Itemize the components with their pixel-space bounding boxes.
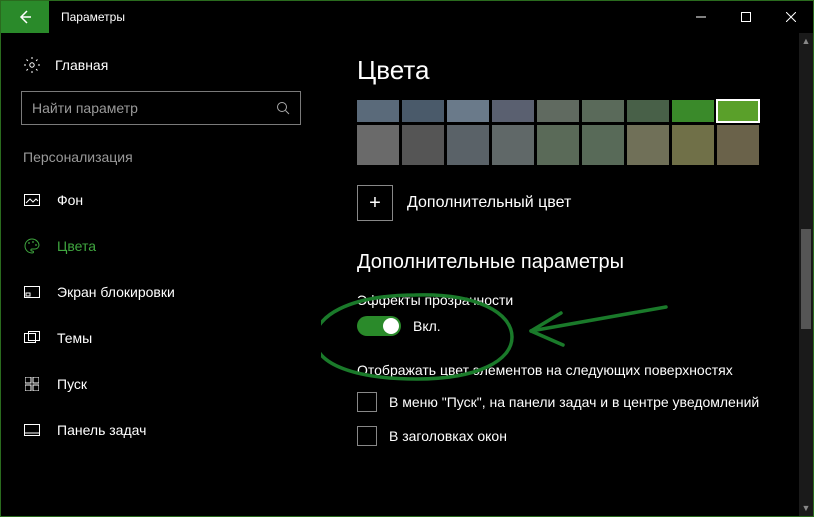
window-controls [678,1,813,33]
themes-icon [23,331,41,345]
search-input[interactable] [32,100,276,116]
sidebar-item-colors[interactable]: Цвета [1,223,321,269]
sidebar-item-themes[interactable]: Темы [1,315,321,361]
taskbar-icon [23,424,41,436]
color-swatch[interactable] [537,100,579,122]
swatch-row [357,100,775,122]
color-swatch[interactable] [672,125,714,165]
sidebar-item-start[interactable]: Пуск [1,361,321,407]
search-box[interactable] [21,91,301,125]
sidebar-item-label: Цвета [57,238,96,254]
lockscreen-icon [23,286,41,298]
palette-icon [23,238,41,254]
titlebar: Параметры [1,1,813,33]
custom-color-label: Дополнительный цвет [407,194,571,212]
group-label: Персонализация [1,143,321,177]
color-swatch[interactable] [402,100,444,122]
sidebar-item-background[interactable]: Фон [1,177,321,223]
custom-color-row[interactable]: + Дополнительный цвет [357,185,775,221]
checkbox-titlebars[interactable] [357,426,377,446]
check-label: В меню "Пуск", на панели задач и в центр… [389,394,759,410]
transparency-label: Эффекты прозрачности [357,292,775,308]
sidebar-item-label: Фон [57,192,83,208]
color-swatch[interactable] [717,100,759,122]
scroll-up-icon[interactable]: ▲ [799,33,813,49]
scroll-track[interactable] [799,49,813,500]
scrollbar[interactable]: ▲ ▼ [799,33,813,516]
color-swatch-grid [357,100,775,165]
checkbox-start[interactable] [357,392,377,412]
sidebar-item-label: Темы [57,330,92,346]
color-swatch[interactable] [582,100,624,122]
color-swatch[interactable] [492,125,534,165]
maximize-button[interactable] [723,1,768,33]
start-icon [23,377,41,391]
arrow-left-icon [17,9,33,25]
sidebar-item-label: Пуск [57,376,87,392]
color-swatch[interactable] [447,125,489,165]
color-swatch[interactable] [627,100,669,122]
sidebar-item-label: Панель задач [57,422,146,438]
sidebar-item-taskbar[interactable]: Панель задач [1,407,321,453]
search-icon [276,101,290,115]
sidebar-item-lockscreen[interactable]: Экран блокировки [1,269,321,315]
color-swatch[interactable] [447,100,489,122]
home-link[interactable]: Главная [1,51,321,87]
section-heading: Дополнительные параметры [357,251,775,274]
toggle-knob [383,318,399,334]
check-row-titlebars: В заголовках окон [357,426,775,446]
color-swatch[interactable] [357,100,399,122]
scroll-down-icon[interactable]: ▼ [799,500,813,516]
color-swatch[interactable] [672,100,714,122]
sidebar-item-label: Экран блокировки [57,284,175,300]
content: Цвета + Дополнительный цвет Дополнительн… [321,33,799,516]
content-wrap: Цвета + Дополнительный цвет Дополнительн… [321,33,813,516]
color-swatch[interactable] [537,125,579,165]
close-icon [786,12,796,22]
color-swatch[interactable] [717,125,759,165]
scroll-thumb[interactable] [801,229,811,329]
color-swatch[interactable] [582,125,624,165]
color-swatch[interactable] [492,100,534,122]
picture-icon [23,194,41,206]
surfaces-label: Отображать цвет элементов на следующих п… [357,362,775,378]
check-row-start: В меню "Пуск", на панели задач и в центр… [357,392,775,412]
sidebar: Главная Персонализация Фон Цвета Экран б… [1,33,321,516]
check-label: В заголовках окон [389,428,507,444]
back-button[interactable] [1,1,49,33]
window-title: Параметры [49,1,125,33]
settings-window: Параметры Главная Персонализация Фон [0,0,814,517]
color-swatch[interactable] [627,125,669,165]
color-swatch[interactable] [357,125,399,165]
home-label: Главная [55,57,108,73]
page-title: Цвета [357,55,775,86]
maximize-icon [741,12,751,22]
minimize-icon [696,12,706,22]
toggle-state-label: Вкл. [413,318,441,334]
minimize-button[interactable] [678,1,723,33]
transparency-toggle-row: Вкл. [357,316,775,336]
body: Главная Персонализация Фон Цвета Экран б… [1,33,813,516]
plus-icon[interactable]: + [357,185,393,221]
transparency-toggle[interactable] [357,316,401,336]
gear-icon [23,57,41,73]
close-button[interactable] [768,1,813,33]
color-swatch[interactable] [402,125,444,165]
swatch-row [357,125,775,165]
